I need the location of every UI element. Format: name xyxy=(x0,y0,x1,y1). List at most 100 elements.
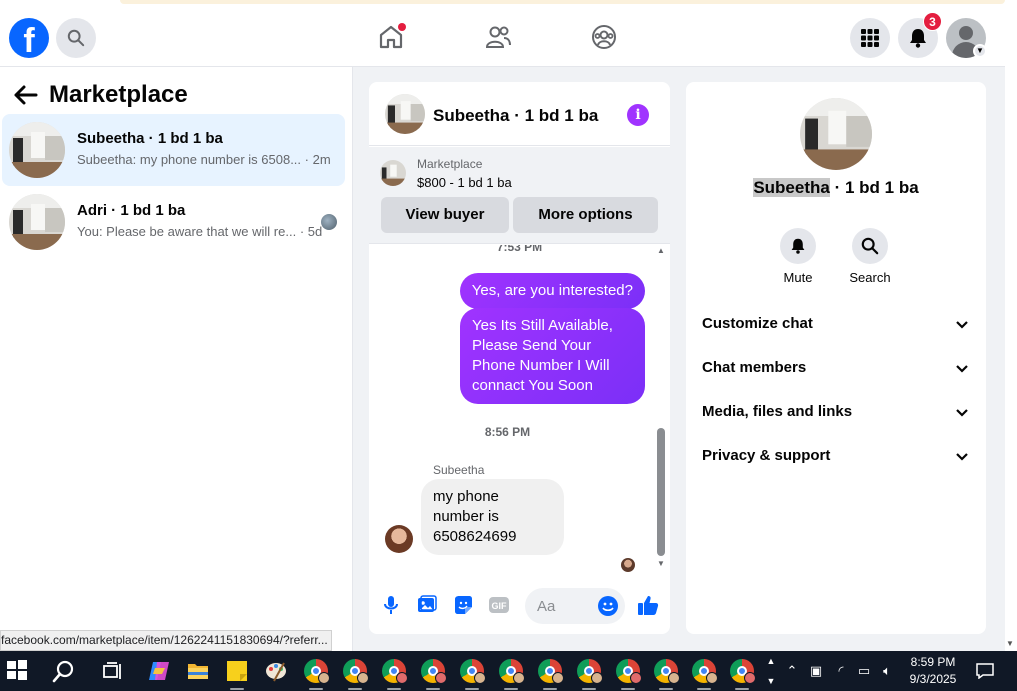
photo-icon xyxy=(418,595,437,612)
copilot-icon[interactable] xyxy=(147,659,171,683)
sticker-button[interactable] xyxy=(452,594,474,616)
taskbar-scroll-up-icon[interactable]: ▲ xyxy=(762,653,780,669)
menu-button[interactable] xyxy=(850,18,890,58)
chrome-icon[interactable] xyxy=(616,659,642,684)
conversation-item-subeetha[interactable]: Subeetha · 1 bd 1 ba Subeetha: my phone … xyxy=(2,114,345,186)
windows-start-icon[interactable] xyxy=(6,659,30,683)
task-view-icon[interactable] xyxy=(101,659,125,683)
windows-taskbar: ▲ ▼ ⌃ ▣ ◜ ▭ 🔈︎ 8:59 PM 9/3/2025 xyxy=(0,651,1017,691)
facebook-logo-icon[interactable]: f xyxy=(9,18,49,58)
chevron-down-icon xyxy=(956,409,968,417)
chevron-down-icon xyxy=(956,453,968,461)
listing-price: $800 - 1 bd 1 ba xyxy=(417,175,512,190)
microphone-button[interactable] xyxy=(380,594,402,616)
conversation-name: Adri · 1 bd 1 ba xyxy=(77,202,186,219)
chrome-icon[interactable] xyxy=(730,659,756,684)
listing-mini-thumbnail xyxy=(380,160,406,186)
chat-panel: Subeetha · 1 bd 1 ba i Marketplace $800 … xyxy=(369,82,670,634)
info-icon[interactable]: i xyxy=(627,104,649,126)
page-title: Marketplace xyxy=(49,81,188,108)
marketplace-inbox: Marketplace Subeetha · 1 bd 1 ba Subeeth… xyxy=(0,67,353,651)
message-list[interactable]: 7:53 PM Yes, are you interested? Yes Its… xyxy=(369,245,670,573)
incoming-message: my phone number is 6508624699 xyxy=(421,479,564,555)
home-notification-dot xyxy=(398,23,406,31)
chat-header: Subeetha · 1 bd 1 ba i xyxy=(369,82,670,146)
chevron-down-icon xyxy=(956,365,968,373)
message-composer: GIF xyxy=(369,582,670,630)
bell-icon xyxy=(791,238,805,254)
taskbar-scroll-down-icon[interactable]: ▼ xyxy=(762,673,780,689)
sender-name: Subeetha xyxy=(433,463,485,477)
search-icon xyxy=(67,29,85,47)
volume-icon[interactable]: 🔈︎ xyxy=(878,663,896,679)
chevron-down-icon xyxy=(956,321,968,329)
menu-grid-icon xyxy=(861,29,879,47)
thumbs-up-icon xyxy=(638,596,659,615)
listing-thumbnail xyxy=(9,122,65,178)
svg-text:GIF: GIF xyxy=(492,601,508,611)
file-explorer-icon[interactable] xyxy=(186,659,210,683)
gif-icon: GIF xyxy=(489,597,509,613)
notification-center-icon[interactable] xyxy=(975,663,995,680)
seen-avatar xyxy=(621,558,635,572)
view-buyer-button[interactable]: View buyer xyxy=(381,197,509,233)
nav-friends[interactable] xyxy=(483,22,513,52)
search-in-chat-button[interactable]: Search xyxy=(840,228,900,285)
mute-button[interactable]: Mute xyxy=(768,228,828,285)
chrome-icon[interactable] xyxy=(382,659,408,684)
chat-title[interactable]: Subeetha · 1 bd 1 ba xyxy=(433,106,598,126)
chrome-icon[interactable] xyxy=(654,659,680,684)
sender-avatar xyxy=(385,525,413,553)
seen-avatar xyxy=(321,214,337,230)
timestamp: 8:56 PM xyxy=(484,425,531,439)
tray-app-icon[interactable]: ▣ xyxy=(807,663,825,679)
emoji-icon[interactable] xyxy=(598,596,618,616)
notifications-badge: 3 xyxy=(923,12,942,31)
bell-icon xyxy=(910,29,926,48)
search-button[interactable] xyxy=(56,18,96,58)
message-scrollbar[interactable]: ▲ ▼ xyxy=(656,245,666,573)
listing-thumbnail xyxy=(9,194,65,250)
tray-overflow-icon[interactable]: ⌃ xyxy=(783,663,801,679)
outgoing-message: Yes, are you interested? xyxy=(459,273,645,309)
conversation-name: Subeetha · 1 bd 1 ba xyxy=(77,130,223,147)
chrome-icon[interactable] xyxy=(692,659,718,684)
sticky-notes-icon[interactable] xyxy=(225,659,249,683)
section-chat-members[interactable]: Chat members xyxy=(702,356,970,380)
conversation-preview: Subeetha: my phone number is 6508... · 2… xyxy=(77,152,331,167)
chrome-icon[interactable] xyxy=(343,659,369,684)
wifi-icon[interactable]: ◜ xyxy=(832,663,850,679)
chrome-icon[interactable] xyxy=(460,659,486,684)
chat-listing-thumbnail[interactable] xyxy=(385,94,425,134)
paint-icon[interactable] xyxy=(264,659,288,683)
like-button[interactable] xyxy=(637,594,659,616)
more-options-button[interactable]: More options xyxy=(513,197,658,233)
chrome-icon[interactable] xyxy=(421,659,447,684)
taskbar-clock[interactable]: 8:59 PM 9/3/2025 xyxy=(906,654,960,688)
friends-icon xyxy=(485,26,511,48)
section-media-files-links[interactable]: Media, files and links xyxy=(702,400,970,424)
status-bar-url: facebook.com/marketplace/item/1262241151… xyxy=(0,630,332,651)
listing-card: Marketplace $800 - 1 bd 1 ba View buyer … xyxy=(369,147,670,244)
notification-bar xyxy=(120,0,1005,4)
groups-icon xyxy=(592,25,616,49)
chevron-down-icon[interactable]: ▼ xyxy=(973,44,987,58)
facebook-header: f 3 ▼ xyxy=(0,8,1005,67)
chrome-icon[interactable] xyxy=(538,659,564,684)
section-privacy-support[interactable]: Privacy & support xyxy=(702,444,970,468)
chrome-icon[interactable] xyxy=(304,659,330,684)
nav-groups[interactable] xyxy=(589,22,619,52)
battery-icon[interactable]: ▭ xyxy=(855,663,873,679)
browser-top-strip xyxy=(0,0,1017,8)
photo-button[interactable] xyxy=(416,594,438,616)
gif-button[interactable]: GIF xyxy=(488,594,510,616)
chrome-icon[interactable] xyxy=(499,659,525,684)
conversation-preview: You: Please be aware that we will re... … xyxy=(77,224,323,239)
chrome-icon[interactable] xyxy=(577,659,603,684)
back-arrow-icon[interactable] xyxy=(12,83,38,107)
conversation-item-adri[interactable]: Adri · 1 bd 1 ba You: Please be aware th… xyxy=(2,186,345,258)
search-icon[interactable] xyxy=(52,659,76,683)
page-scrollbar[interactable]: ▼ xyxy=(1005,8,1017,651)
section-customize-chat[interactable]: Customize chat xyxy=(702,312,970,336)
chat-details-panel: Subeetha · 1 bd 1 ba Mute Search Customi… xyxy=(686,82,986,634)
